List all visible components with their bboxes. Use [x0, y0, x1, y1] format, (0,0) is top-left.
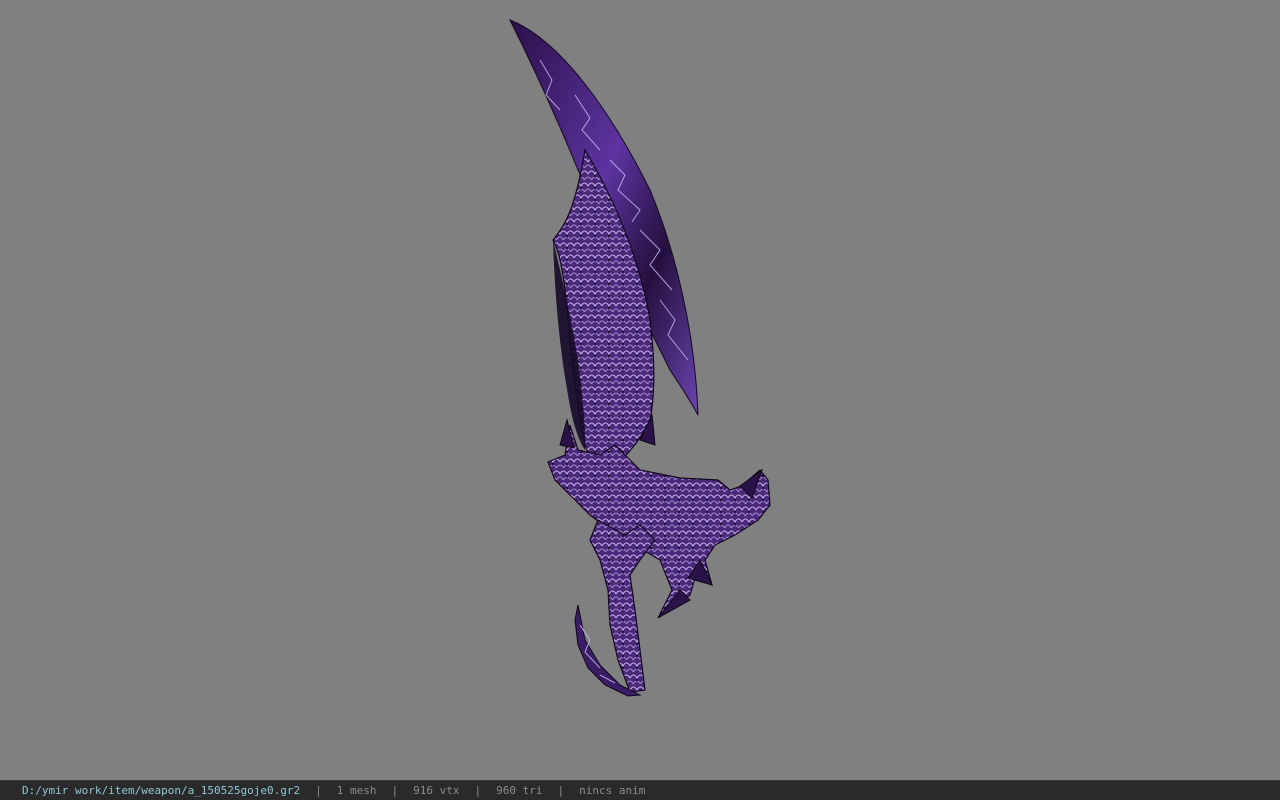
3d-viewport[interactable] — [0, 0, 1280, 780]
status-bar: D:/ymir work/item/weapon/a_150525goje0.g… — [0, 780, 1280, 800]
mesh-count: 1 mesh — [336, 784, 377, 797]
separator: | — [557, 784, 565, 797]
crossguard — [547, 424, 771, 619]
weapon-model[interactable] — [0, 0, 1280, 780]
separator: | — [474, 784, 482, 797]
file-path[interactable]: D:/ymir work/item/weapon/a_150525goje0.g… — [22, 784, 300, 797]
separator: | — [315, 784, 322, 797]
animation-status: nincs anim — [579, 784, 646, 797]
separator: | — [391, 784, 399, 797]
vertex-count: 916 vtx — [413, 784, 460, 797]
triangle-count: 960 tri — [496, 784, 543, 797]
